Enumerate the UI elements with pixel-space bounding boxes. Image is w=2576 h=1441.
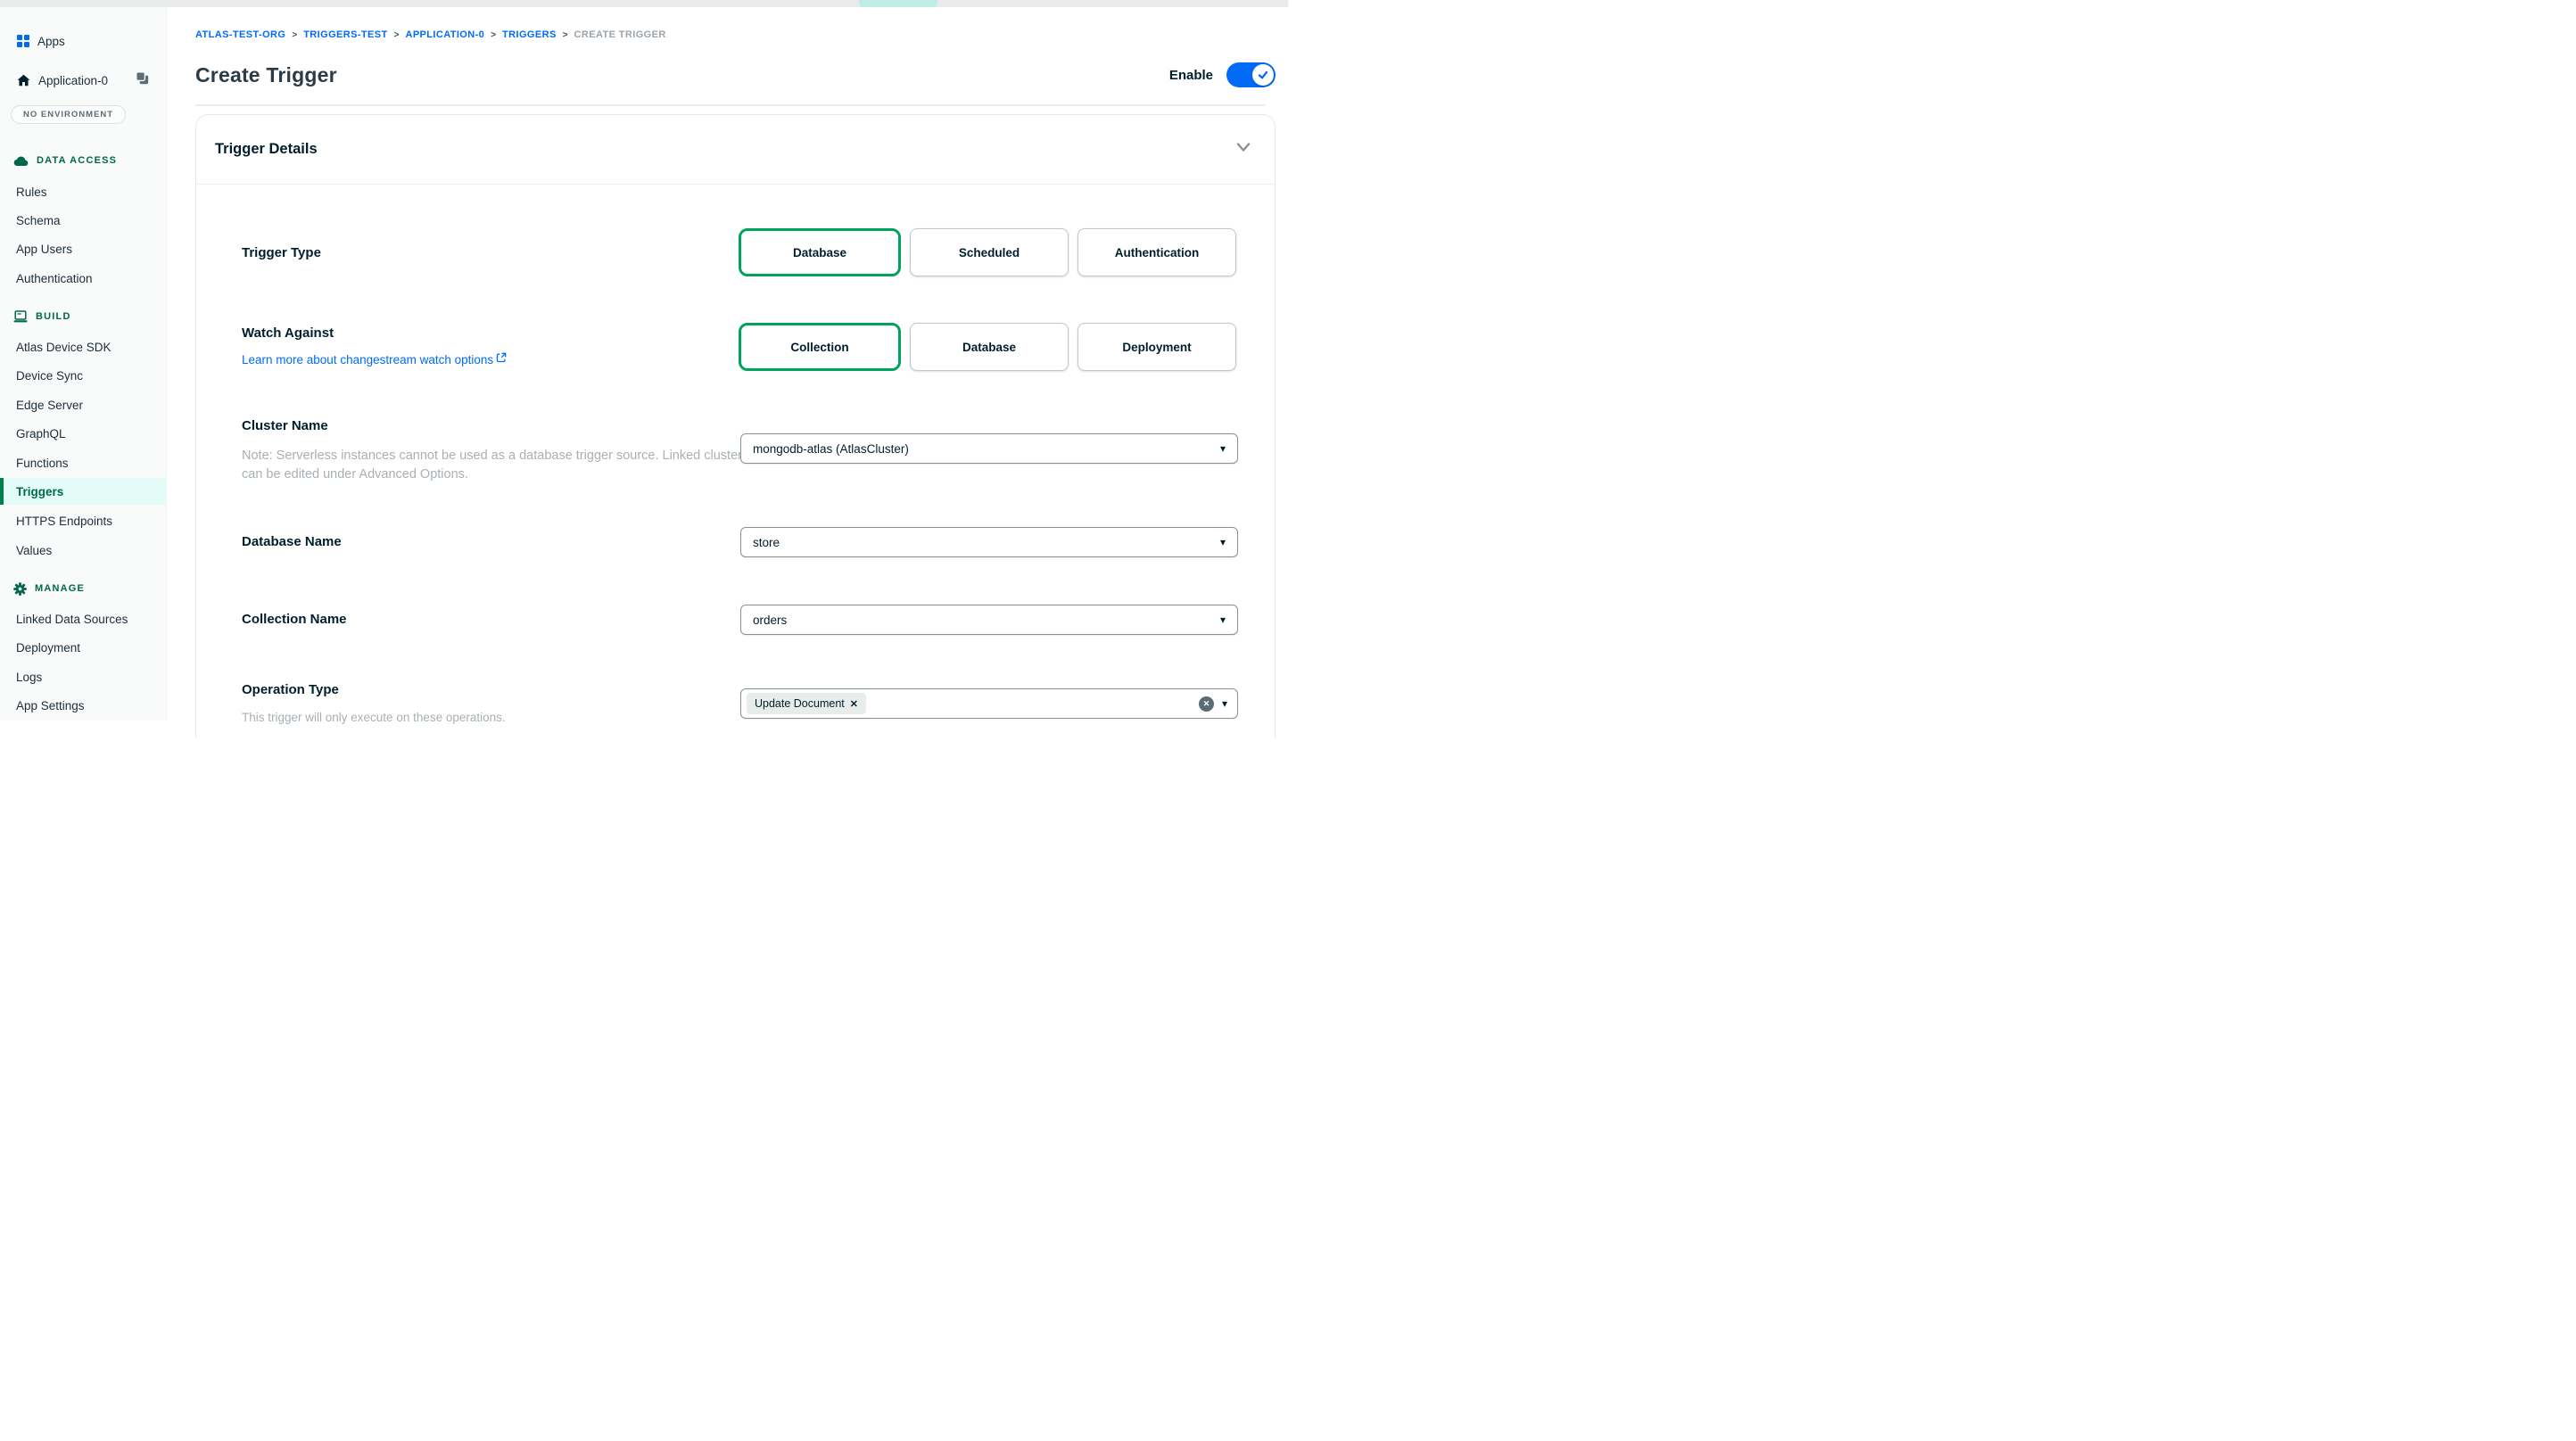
operation-type-label: Operation Type xyxy=(242,682,339,697)
sidebar-item-triggers[interactable]: Triggers xyxy=(0,478,167,505)
top-accent-segment xyxy=(859,0,937,7)
operation-type-multiselect[interactable]: Update Document ✕ ✕ ▾ xyxy=(740,688,1238,719)
breadcrumb-link-org[interactable]: ATLAS-TEST-ORG xyxy=(195,29,285,40)
enable-label: Enable xyxy=(1169,68,1213,83)
section-header-manage: MANAGE xyxy=(0,579,167,598)
apps-label: Apps xyxy=(37,35,65,48)
home-icon xyxy=(17,74,30,86)
database-name-select[interactable]: store ▾ xyxy=(740,527,1238,557)
copy-app-id-button[interactable] xyxy=(136,71,149,89)
caret-down-icon: ▾ xyxy=(1222,697,1227,710)
collection-name-select[interactable]: orders ▾ xyxy=(740,605,1238,635)
sidebar-item-app-users[interactable]: App Users xyxy=(0,235,167,262)
sidebar-item-functions[interactable]: Functions xyxy=(0,449,167,476)
sidebar-item-app-settings[interactable]: App Settings xyxy=(0,692,167,719)
check-icon xyxy=(1257,69,1269,81)
breadcrumb-separator: > xyxy=(394,30,400,40)
copy-icon xyxy=(136,71,149,85)
caret-down-icon: ▾ xyxy=(1220,536,1226,548)
sidebar-item-graphql[interactable]: GraphQL xyxy=(0,420,167,447)
watch-against-option-database[interactable]: Database xyxy=(910,323,1069,371)
trigger-type-option-database[interactable]: Database xyxy=(739,228,901,276)
card-title: Trigger Details xyxy=(215,141,318,158)
breadcrumb-link-triggers[interactable]: TRIGGERS xyxy=(502,29,557,40)
watch-against-options: Collection Database Deployment xyxy=(739,323,1236,371)
page-title: Create Trigger xyxy=(195,63,337,87)
operation-type-helper: This trigger will only execute on these … xyxy=(242,711,506,724)
sidebar-item-schema[interactable]: Schema xyxy=(0,207,167,234)
breadcrumb-separator: > xyxy=(292,30,297,40)
chevron-down-icon[interactable] xyxy=(1234,137,1253,161)
cloud-icon xyxy=(13,155,29,167)
trigger-details-header[interactable]: Trigger Details xyxy=(196,115,1275,184)
sidebar-item-deployment[interactable]: Deployment xyxy=(0,634,167,661)
external-link-icon xyxy=(496,352,507,363)
top-loading-bar xyxy=(0,0,1288,7)
trigger-type-options: Database Scheduled Authentication xyxy=(739,228,1236,276)
breadcrumb-link-application[interactable]: APPLICATION-0 xyxy=(405,29,484,40)
trigger-type-option-scheduled[interactable]: Scheduled xyxy=(910,228,1069,276)
cluster-name-note: Note: Serverless instances cannot be use… xyxy=(242,447,757,484)
breadcrumb-link-project[interactable]: TRIGGERS-TEST xyxy=(303,29,387,40)
operation-chip-update-document: Update Document ✕ xyxy=(747,693,866,714)
gear-icon xyxy=(13,582,27,596)
sidebar-item-rules[interactable]: Rules xyxy=(0,178,167,205)
caret-down-icon: ▾ xyxy=(1220,442,1226,455)
breadcrumb-separator: > xyxy=(563,30,568,40)
collection-name-label: Collection Name xyxy=(242,612,347,627)
title-divider xyxy=(195,104,1265,106)
card-header-divider xyxy=(196,184,1275,185)
sidebar-item-edge-server[interactable]: Edge Server xyxy=(0,391,167,418)
create-trigger-page: Apps Application-0 NO ENVIRONMENT DATA A… xyxy=(0,0,1288,720)
toggle-knob xyxy=(1252,64,1274,86)
cluster-name-label: Cluster Name xyxy=(242,418,328,433)
sidebar-item-authentication[interactable]: Authentication xyxy=(0,265,167,292)
section-header-build: BUILD xyxy=(0,307,167,326)
sidebar-item-https-endpoints[interactable]: HTTPS Endpoints xyxy=(0,507,167,534)
laptop-icon xyxy=(13,310,28,323)
clear-all-icon[interactable]: ✕ xyxy=(1199,696,1214,712)
breadcrumb-current: CREATE TRIGGER xyxy=(574,29,666,40)
chip-remove-icon[interactable]: ✕ xyxy=(850,698,858,710)
trigger-type-option-authentication[interactable]: Authentication xyxy=(1077,228,1236,276)
cluster-name-select[interactable]: mongodb-atlas (AtlasCluster) ▾ xyxy=(740,433,1238,464)
sidebar-item-logs[interactable]: Logs xyxy=(0,663,167,690)
cluster-name-value: mongodb-atlas (AtlasCluster) xyxy=(753,442,909,456)
sidebar-item-atlas-device-sdk[interactable]: Atlas Device SDK xyxy=(0,333,167,360)
breadcrumb-separator: > xyxy=(491,30,496,40)
changestream-docs-link[interactable]: Learn more about changestream watch opti… xyxy=(242,353,507,366)
watch-against-option-deployment[interactable]: Deployment xyxy=(1077,323,1236,371)
apps-grid-icon xyxy=(17,35,29,47)
breadcrumb: ATLAS-TEST-ORG > TRIGGERS-TEST > APPLICA… xyxy=(195,29,666,40)
collection-name-value: orders xyxy=(753,613,787,627)
environment-badge[interactable]: NO ENVIRONMENT xyxy=(11,105,126,124)
database-name-value: store xyxy=(753,536,780,549)
database-name-label: Database Name xyxy=(242,534,342,549)
main-content: ATLAS-TEST-ORG > TRIGGERS-TEST > APPLICA… xyxy=(167,7,1288,720)
application-name: Application-0 xyxy=(38,74,108,87)
sidebar-item-linked-data-sources[interactable]: Linked Data Sources xyxy=(0,605,167,632)
enable-toggle[interactable] xyxy=(1226,62,1276,87)
caret-down-icon: ▾ xyxy=(1220,613,1226,626)
sidebar-item-values[interactable]: Values xyxy=(0,537,167,564)
sidebar: Apps Application-0 NO ENVIRONMENT DATA A… xyxy=(0,7,167,720)
section-header-data-access: DATA ACCESS xyxy=(0,151,167,170)
trigger-type-label: Trigger Type xyxy=(242,245,321,260)
watch-against-option-collection[interactable]: Collection xyxy=(739,323,901,371)
sidebar-item-application[interactable]: Application-0 xyxy=(0,70,167,90)
sidebar-item-device-sync[interactable]: Device Sync xyxy=(0,362,167,389)
trigger-details-card: Trigger Details Trigger Type Database Sc… xyxy=(195,114,1276,738)
watch-against-label: Watch Against xyxy=(242,325,334,341)
sidebar-item-apps[interactable]: Apps xyxy=(0,31,167,51)
